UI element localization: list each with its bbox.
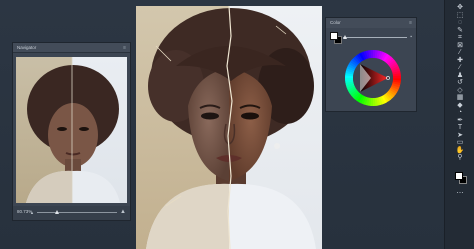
navigator-footer: 80.73% ▲ ▲ <box>13 206 130 220</box>
hue-slider[interactable] <box>342 35 407 39</box>
color-panel-header[interactable]: Color ≡ <box>326 18 416 28</box>
color-wheel[interactable] <box>343 48 403 108</box>
toolbar-foreground-color[interactable] <box>455 172 463 180</box>
color-panel-title: Color <box>330 20 341 25</box>
navigator-panel: Navigator ≡ 80.73% ▲ ▲ <box>12 42 131 221</box>
color-panel: Color ≡ ▪ <box>325 17 417 112</box>
zoom-slider-knob[interactable] <box>55 210 59 214</box>
navigator-title: Navigator <box>17 45 37 50</box>
zoom-out-mountain-icon[interactable]: ▲ <box>30 210 34 215</box>
menu-icon[interactable]: ≡ <box>409 18 412 28</box>
tools-toolbar: ✥ ⬚ ◌ ✎ ⌗ ⊠ ⁄ ✚ ∕ ♟ ↺ ◇ ▦ ◆ ◔ ✒ T ➤ ▭ ✋ ⚲ ⋯ <box>444 0 474 249</box>
hue-slider-knob[interactable] <box>342 35 347 39</box>
zoom-in-mountain-icon[interactable]: ▲ <box>120 209 126 215</box>
more-tools-icon[interactable]: ⋯ <box>455 190 465 198</box>
navigator-header[interactable]: Navigator ≡ <box>13 43 130 53</box>
zoom-slider[interactable] <box>37 210 117 214</box>
document-canvas[interactable] <box>136 6 322 249</box>
color-swatches[interactable] <box>330 32 342 44</box>
navigator-thumbnail[interactable] <box>16 57 127 203</box>
menu-icon[interactable]: ≡ <box>123 43 126 53</box>
hue-slider-end-icon: ▪ <box>410 34 412 40</box>
foreground-color-swatch[interactable] <box>330 32 338 40</box>
zoom-tool-icon[interactable]: ⚲ <box>455 154 465 162</box>
